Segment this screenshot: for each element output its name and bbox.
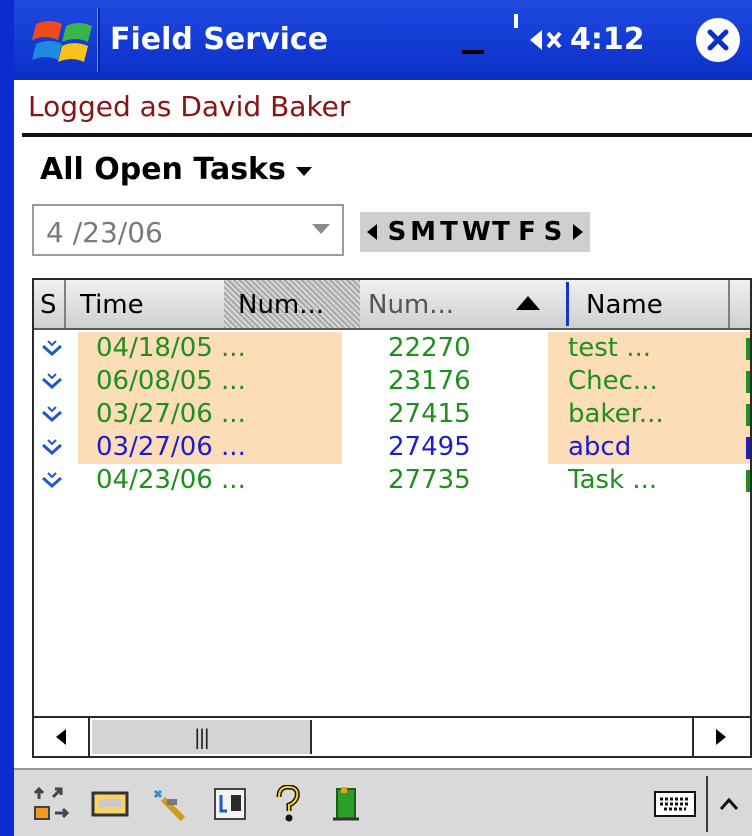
cell-time: 04/18/05 ...	[96, 333, 246, 363]
help-icon[interactable]	[268, 784, 308, 824]
screen: Field Service 4:12 Logged as David Baker…	[14, 0, 752, 836]
table-row[interactable]: 03/27/06 ... 27415 baker...	[34, 398, 750, 431]
message-icon[interactable]	[90, 784, 130, 824]
sync-icon[interactable]	[32, 784, 72, 824]
windows-start-icon[interactable]	[32, 18, 98, 64]
scroll-track[interactable]: |||	[92, 718, 692, 756]
week-day-selector: S M T W T F S	[360, 212, 590, 252]
chevron-down-icon	[295, 167, 312, 176]
cell-number: 27495	[388, 432, 471, 462]
column-header-time[interactable]: Time	[66, 280, 232, 328]
day-friday[interactable]: F	[514, 217, 540, 247]
column-resize-divider[interactable]	[566, 282, 569, 326]
cell-name: baker...	[568, 399, 664, 429]
date-value: 4 /23/06	[46, 216, 163, 249]
day-monday[interactable]: M	[410, 217, 436, 247]
cell-number: 22270	[388, 333, 471, 363]
bottom-toolbar	[14, 768, 752, 836]
cell-next-column	[746, 371, 750, 393]
close-icon	[707, 29, 729, 51]
cell-number: 23176	[388, 366, 471, 396]
app-title: Field Service	[110, 22, 329, 57]
sort-ascending-icon	[516, 296, 540, 310]
sort-icon[interactable]	[210, 784, 250, 824]
task-status-icon	[40, 437, 64, 459]
next-week-button[interactable]	[566, 212, 590, 252]
task-grid: S Time Num... Num... Name 04/18/05 ... 22…	[32, 278, 752, 758]
day-tuesday[interactable]: T	[436, 217, 462, 247]
scroll-thumb[interactable]: |||	[92, 720, 312, 754]
tools-icon[interactable]	[148, 784, 188, 824]
scroll-right-button[interactable]	[692, 718, 748, 756]
view-filter-label: All Open Tasks	[40, 152, 286, 187]
cell-next-column	[746, 338, 750, 360]
arrow-left-icon	[367, 224, 377, 240]
horizontal-scrollbar[interactable]: |||	[34, 716, 750, 756]
column-header-number[interactable]: Num...	[360, 280, 572, 328]
column-header-number-label: Num...	[368, 290, 455, 320]
task-status-icon	[40, 371, 64, 393]
clock[interactable]: 4:12	[570, 22, 645, 57]
cell-time: 06/08/05 ...	[96, 366, 246, 396]
dropdown-arrow-icon[interactable]	[312, 224, 330, 234]
table-row[interactable]: 04/23/06 ... 27735 Task ...	[34, 464, 750, 497]
speaker-muted-icon[interactable]	[528, 22, 568, 58]
chevron-up-icon	[719, 797, 739, 810]
table-row[interactable]: 04/18/05 ... 22270 test ...	[34, 332, 750, 365]
cell-time: 04/23/06 ...	[96, 465, 246, 495]
task-status-icon	[40, 338, 64, 360]
exit-icon[interactable]	[326, 784, 366, 824]
day-thursday[interactable]: T	[488, 217, 514, 247]
title-separator	[97, 8, 100, 72]
cell-name: test ...	[568, 333, 651, 363]
cell-name: Chec...	[568, 366, 658, 396]
cell-next-column	[746, 404, 750, 426]
day-saturday[interactable]: S	[540, 217, 566, 247]
date-picker[interactable]: 4 /23/06	[32, 204, 344, 256]
grid-header: S Time Num... Num... Name	[34, 280, 750, 330]
column-header-number-dragging[interactable]: Num...	[224, 280, 360, 328]
cell-name: abcd	[568, 432, 632, 462]
cell-number: 27735	[388, 465, 471, 495]
cell-name: Task ...	[568, 465, 658, 495]
arrow-left-icon	[56, 729, 66, 745]
cell-time: 03/27/06 ...	[96, 432, 246, 462]
cell-number: 27415	[388, 399, 471, 429]
cell-time: 03/27/06 ...	[96, 399, 246, 429]
title-bar: Field Service 4:12	[14, 0, 752, 80]
column-header-status[interactable]: S	[34, 280, 66, 328]
connectivity-icon[interactable]	[462, 50, 484, 54]
close-button[interactable]	[696, 18, 740, 62]
column-header-next[interactable]	[730, 280, 750, 328]
logged-user-label: Logged as David Baker	[28, 90, 351, 123]
scroll-left-button[interactable]	[34, 718, 90, 756]
grip-icon: |||	[193, 725, 210, 749]
table-row[interactable]: 06/08/05 ... 23176 Chec...	[34, 365, 750, 398]
window-frame-left	[0, 0, 14, 836]
arrow-right-icon	[573, 224, 583, 240]
header-divider	[22, 133, 752, 137]
task-status-icon	[40, 470, 64, 492]
cell-next-column	[746, 470, 750, 492]
task-status-icon	[40, 404, 64, 426]
toolbar-separator	[706, 776, 708, 832]
day-sunday[interactable]: S	[384, 217, 410, 247]
column-header-name[interactable]: Name	[570, 280, 730, 328]
arrow-right-icon	[716, 729, 726, 745]
table-row[interactable]: 03/27/06 ... 27495 abcd	[34, 431, 750, 464]
day-wednesday[interactable]: W	[462, 217, 491, 247]
keyboard-icon[interactable]	[652, 784, 698, 824]
signal-indicator	[514, 14, 518, 28]
view-filter-dropdown[interactable]: All Open Tasks	[40, 152, 312, 187]
input-menu-button[interactable]	[714, 784, 744, 824]
previous-week-button[interactable]	[360, 212, 384, 252]
cell-next-column	[746, 437, 750, 459]
